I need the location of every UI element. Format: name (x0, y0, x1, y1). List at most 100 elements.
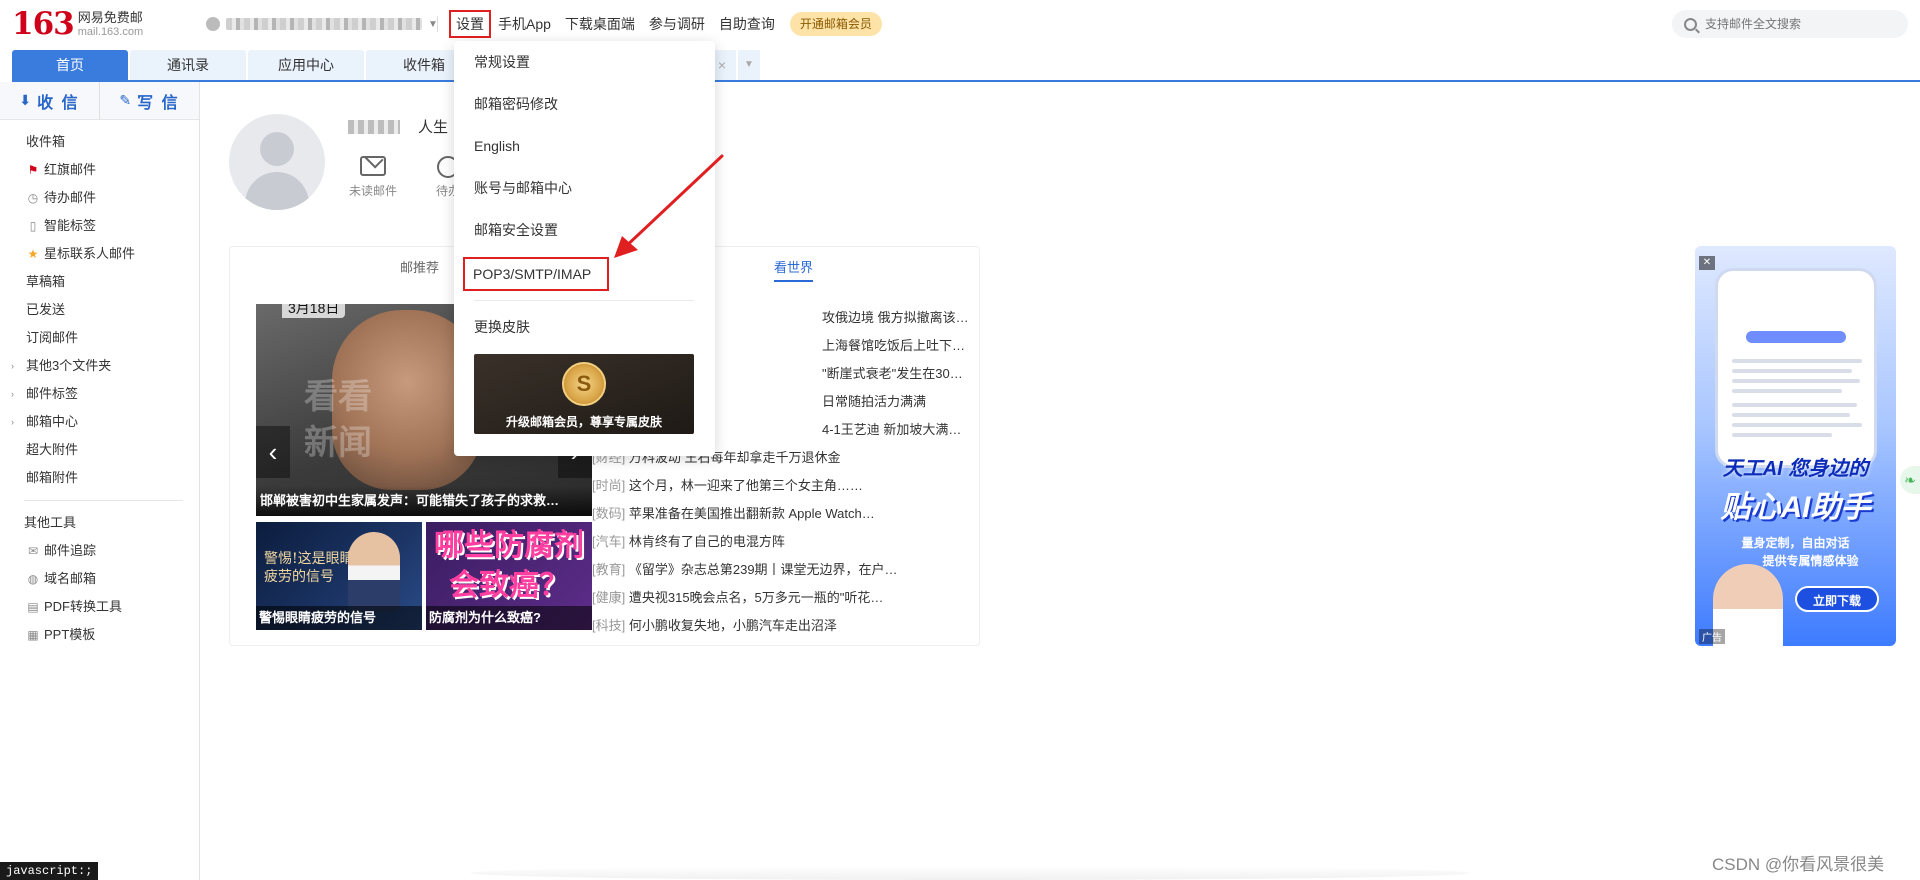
hero-watermark: 看看 新闻 (304, 377, 372, 463)
news-headline[interactable]: [健康] 遭央视315晚会点名，5万多元一瓶的"听花… (592, 584, 972, 612)
sidebar-tool-domain-mail[interactable]: ◍ 域名邮箱 (0, 565, 199, 593)
news-headline-text: 《留学》杂志总第239期丨课堂无边界，在户… (628, 562, 898, 577)
chevron-right-icon: › (11, 389, 14, 399)
menu-pop3-smtp-imap[interactable]: POP3/SMTP/IMAP (463, 257, 609, 291)
news-category: [汽车] (592, 534, 626, 549)
menu-general-settings[interactable]: 常规设置 (454, 41, 715, 83)
sidebar-item-sent[interactable]: 已发送 (0, 296, 199, 324)
news-headline-text: "断崖式衰老"发生在30岁和50岁 (822, 366, 972, 381)
news-headline-text: 4-1王艺迪 新加坡大满贯夺冠 (822, 422, 972, 437)
red-flag-icon: ⚑ (27, 163, 39, 177)
sidebar-tool-mail-tracking[interactable]: ✉ 邮件追踪 (0, 537, 199, 565)
logo-domain: mail.163.com (77, 26, 144, 38)
nav-survey[interactable]: 参与调研 (642, 10, 712, 38)
top-nav: 设置 手机App 下载桌面端 参与调研 自助查询 开通邮箱会员 (449, 10, 882, 38)
hero-caption: 邯郸被害初中生家属发声：可能错失了孩子的求救… (256, 486, 592, 516)
menu-change-skin[interactable]: 更换皮肤 (454, 306, 715, 348)
side-float-leaf-icon[interactable]: ❧ (1900, 466, 1920, 494)
sidebar-item-inbox[interactable]: 收件箱 (0, 128, 199, 156)
news-thumb-preservative[interactable]: 哪些防腐剂 会致癌？ 防腐剂为什么致癌? (426, 522, 592, 630)
greeting-text: 人生 (418, 119, 449, 136)
folder-nav: 收件箱 ⚑ 红旗邮件 ◷ 待办邮件 ▯ 智能标签 ★ 星标联系人邮件 草稿箱 已发送 订… (0, 120, 199, 649)
ad-desc-2: 提供专属情感体验 (1762, 554, 1859, 568)
sidebar-item-mail-attachments[interactable]: 邮箱附件 (0, 464, 199, 492)
logo-number: 163 (12, 6, 75, 42)
news-thumb-eye[interactable]: 警惕!这是眼睛 疲劳的信号 警惕眼睛疲劳的信号 (256, 522, 422, 630)
news-category: [科技] (592, 618, 626, 633)
vip-skin-banner[interactable]: S 升级邮箱会员，尊享专属皮肤 (474, 354, 694, 434)
sidebar-item-mail-tags[interactable]: › 邮件标签 (0, 380, 199, 408)
sidebar-item-other-folders[interactable]: › 其他3个文件夹 (0, 352, 199, 380)
username-blurred (348, 119, 400, 134)
news-headline-text: 林肯终有了自己的电混方阵 (628, 534, 785, 549)
account-avatar-icon (206, 17, 220, 31)
account-switcher[interactable]: ▼ (206, 15, 438, 33)
vip-coin-icon: S (562, 362, 606, 406)
document-icon: ▤ (27, 600, 39, 614)
chevron-right-icon: › (11, 417, 14, 427)
nav-settings[interactable]: 设置 (449, 10, 491, 38)
news-tab-recommend[interactable]: 邮推荐 (400, 257, 439, 276)
sidebar-item-mail-center[interactable]: › 邮箱中心 (0, 408, 199, 436)
news-headline[interactable]: [教育] 《留学》杂志总第239期丨课堂无边界，在户… (592, 556, 972, 584)
chevron-right-icon: › (11, 361, 14, 371)
search-icon (1684, 17, 1697, 31)
news-headline[interactable]: [科技] 何小鹏收复失地，小鹏汽车走出沼泽 (592, 612, 972, 640)
hero-date: 3月18日 (282, 304, 346, 318)
tab-app-center[interactable]: 应用中心 (248, 50, 364, 80)
nav-self-service[interactable]: 自助查询 (712, 10, 782, 38)
vip-button[interactable]: 开通邮箱会员 (789, 12, 882, 36)
receive-button[interactable]: ⬇ 收 信 (0, 82, 100, 119)
ad-headline-main: 贴心AI助手 (1720, 491, 1871, 524)
news-headline-text: 苹果准备在美国推出翻新款 Apple Watch… (628, 506, 875, 521)
news-headline[interactable]: [时尚] 这个月，林一迎来了他第三个女主角…… (592, 472, 972, 500)
news-headline-text: 这个月，林一迎来了他第三个女主角…… (628, 478, 863, 493)
tab-contacts[interactable]: 通讯录 (130, 50, 246, 80)
news-category: [时尚] (592, 478, 626, 493)
account-name-blurred (226, 18, 422, 30)
nav-desktop-download[interactable]: 下载桌面端 (558, 10, 642, 38)
logo[interactable]: 163 网易免费邮 mail.163.com (12, 8, 143, 40)
sidebar-tool-pdf[interactable]: ▤ PDF转换工具 (0, 593, 199, 621)
news-category: [健康] (592, 590, 626, 605)
inbox-tray-icon: ⬇ (19, 92, 32, 108)
sidebar-item-flagged[interactable]: ⚑ 红旗邮件 (0, 156, 199, 184)
prev-arrow-icon[interactable]: ‹ (256, 426, 290, 478)
user-avatar[interactable] (229, 114, 325, 210)
receive-compose-bar: ⬇ 收 信 ✎ 写 信 (0, 82, 199, 120)
search-box[interactable] (1672, 10, 1908, 38)
phone-mockup (1715, 268, 1877, 468)
main-tabs: 首页 通讯录 应用中心 收件箱 (12, 50, 484, 80)
ad-banner[interactable]: ✕ 天工AI 您身边的 贴心AI助手 量身定制，自由对话 提供专属情感体验 立即… (1695, 246, 1896, 646)
menu-divider (474, 300, 694, 301)
browser-status-bar: javascript:; (0, 862, 99, 880)
sidebar-item-todo[interactable]: ◷ 待办邮件 (0, 184, 199, 212)
sidebar-item-smart-tags[interactable]: ▯ 智能标签 (0, 212, 199, 240)
news-headline-text: 遭央视315晚会点名，5万多元一瓶的"听花… (628, 590, 884, 605)
news-headline[interactable]: [汽车] 林肯终有了自己的电混方阵 (592, 528, 972, 556)
sidebar: ⬇ 收 信 ✎ 写 信 收件箱 ⚑ 红旗邮件 ◷ 待办邮件 ▯ 智能标签 ★ 星标联系人邮件… (0, 82, 200, 880)
sidebar-item-starred[interactable]: ★ 星标联系人邮件 (0, 240, 199, 268)
nav-mobile-app[interactable]: 手机App (491, 10, 558, 38)
envelope-icon: ✉ (27, 544, 39, 558)
close-icon[interactable]: ✕ (1699, 256, 1715, 270)
sidebar-item-large-attachments[interactable]: 超大附件 (0, 436, 199, 464)
news-headline-text: 攻俄边境 俄方拟撤离该地区9000名儿童 (822, 310, 972, 325)
ad-download-button[interactable]: 立即下载 (1795, 586, 1879, 612)
news-headline-text: 何小鹏收复失地，小鹏汽车走出沼泽 (628, 618, 837, 633)
menu-change-password[interactable]: 邮箱密码修改 (454, 83, 715, 125)
news-headline[interactable]: [数码] 苹果准备在美国推出翻新款 Apple Watch… (592, 500, 972, 528)
clock-icon: ◷ (27, 191, 39, 205)
profile-name: 人生 (348, 116, 448, 137)
sidebar-item-subscriptions[interactable]: 订阅邮件 (0, 324, 199, 352)
sidebar-tool-ppt[interactable]: ▦ PPT模板 (0, 621, 199, 649)
news-tab-world[interactable]: 看世界 (774, 257, 814, 282)
search-input[interactable] (1705, 17, 1895, 31)
tab-more-chevron-icon[interactable]: ▼ (738, 50, 760, 80)
pen-icon: ✎ (119, 92, 132, 108)
news-category: [数码] (592, 506, 626, 521)
tab-home[interactable]: 首页 (12, 50, 128, 80)
sidebar-item-drafts[interactable]: 草稿箱 (0, 268, 199, 296)
compose-button[interactable]: ✎ 写 信 (100, 82, 199, 119)
unread-mail-stat[interactable]: 未读邮件 (343, 156, 403, 199)
